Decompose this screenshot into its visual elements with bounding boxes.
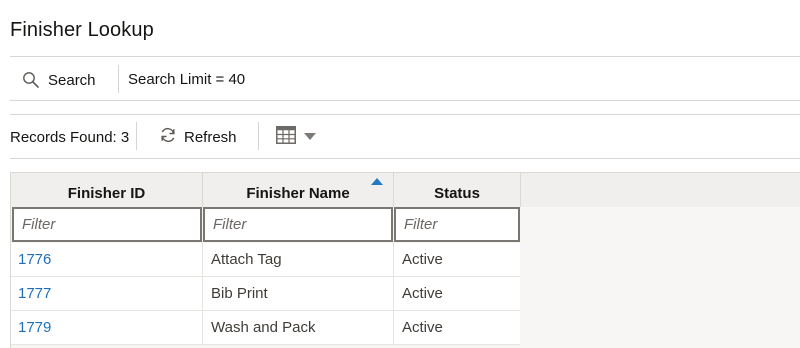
column-divider — [520, 173, 521, 207]
records-found: Records Found: 3 — [10, 129, 130, 146]
title-divider — [10, 56, 800, 57]
toolbar-divider-2 — [258, 122, 259, 150]
search-limit-text: Search Limit = 40 — [128, 71, 246, 88]
cell-status: Active — [394, 243, 520, 276]
cell-finisher-id: 1779 — [11, 311, 202, 344]
table-header-row: Finisher ID Finisher Name Status — [11, 173, 800, 207]
cell-status: Active — [394, 277, 520, 310]
cell-finisher-name: Attach Tag — [203, 243, 393, 276]
refresh-button-label: Refresh — [184, 128, 237, 146]
toolbar-divider-1 — [136, 122, 137, 150]
search-icon — [22, 71, 40, 89]
finisher-table: Finisher ID Finisher Name Status 1776 At… — [10, 172, 800, 348]
columns-menu-button[interactable] — [276, 125, 316, 149]
cell-finisher-id: 1776 — [11, 243, 202, 276]
search-bar-bottom-divider — [10, 100, 800, 101]
search-button[interactable]: Search — [22, 68, 96, 92]
cell-status: Active — [394, 311, 520, 344]
cell-finisher-name: Bib Print — [203, 277, 393, 310]
sort-ascending-icon[interactable] — [371, 178, 383, 185]
search-divider — [118, 65, 119, 93]
column-header-finisher-name[interactable]: Finisher Name — [203, 173, 393, 207]
finisher-id-link[interactable]: 1779 — [18, 319, 51, 336]
refresh-icon — [159, 126, 177, 148]
page-title: Finisher Lookup — [10, 19, 154, 41]
filter-input-status[interactable] — [394, 207, 520, 242]
finisher-id-link[interactable]: 1776 — [18, 251, 51, 268]
table-row[interactable]: 1779 Wash and Pack Active — [11, 311, 800, 344]
table-row[interactable]: 1777 Bib Print Active — [11, 277, 800, 310]
refresh-button[interactable]: Refresh — [159, 126, 237, 148]
finisher-id-link[interactable]: 1777 — [18, 285, 51, 302]
cell-finisher-id: 1777 — [11, 277, 202, 310]
filter-input-finisher-id[interactable] — [12, 207, 202, 242]
filter-input-finisher-name[interactable] — [203, 207, 393, 242]
table-row[interactable]: 1776 Attach Tag Active — [11, 243, 800, 276]
filter-row — [11, 207, 800, 243]
search-button-label: Search — [48, 71, 96, 89]
toolbar-top-divider — [10, 114, 800, 115]
column-header-status[interactable]: Status — [394, 173, 520, 207]
cell-finisher-name: Wash and Pack — [203, 311, 393, 344]
grid-columns-icon — [276, 125, 296, 149]
column-header-finisher-id[interactable]: Finisher ID — [11, 173, 202, 207]
toolbar-bottom-divider — [10, 158, 800, 159]
caret-down-icon — [304, 128, 316, 146]
row-divider — [11, 344, 520, 345]
